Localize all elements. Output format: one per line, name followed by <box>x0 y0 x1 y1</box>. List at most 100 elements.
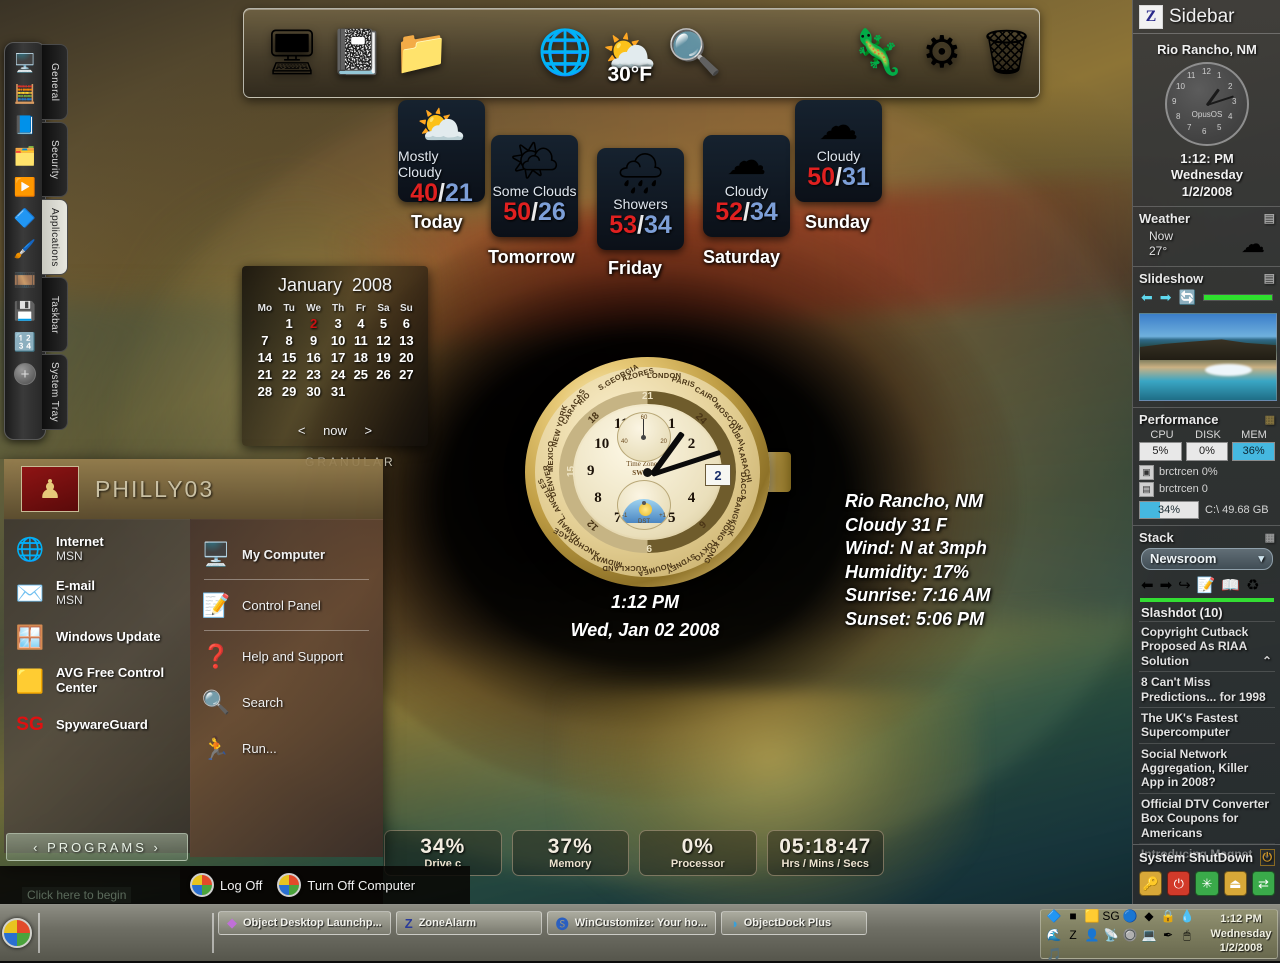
tray-icon-3[interactable]: SG <box>1102 907 1120 925</box>
tray-clock[interactable]: 1:12 PM Wednesday 1/2/2008 <box>1205 910 1277 958</box>
dock-notebook-icon[interactable]: 📓 <box>324 17 389 89</box>
system-tray[interactable]: 🔷■🟨SG🔵◆🔒💧🌊Z👤📡🔘💻✒🖱🎵 1:12 PM Wednesday 1/2… <box>1040 909 1278 959</box>
stack-refresh-icon[interactable]: ♻ <box>1246 576 1259 594</box>
start-menu-item-email[interactable]: ✉️ E-mail MSN <box>4 571 190 615</box>
calendar-day[interactable]: 22 <box>278 366 301 383</box>
calendar-day[interactable]: 28 <box>252 383 278 400</box>
tray-icon-6[interactable]: 🔒 <box>1159 907 1177 925</box>
stardock-icon[interactable]: 🖥️ <box>10 49 40 77</box>
slideshow-photo[interactable] <box>1139 313 1277 401</box>
stack-toolbar[interactable]: ⬅ ➡ ↪ 📝 📖 ♻ <box>1139 573 1275 596</box>
forecast-tile-saturday[interactable]: ☁ Cloudy 52/34 <box>703 135 790 237</box>
tab-taskbar[interactable]: Taskbar <box>42 277 68 353</box>
taskbar-grip[interactable] <box>38 913 40 953</box>
dock-monitor-icon[interactable]: 🖥 <box>260 17 325 89</box>
tab-general[interactable]: General <box>42 44 68 120</box>
calendar-nav[interactable]: < now > <box>242 423 428 438</box>
tab-security[interactable]: Security <box>42 122 68 198</box>
config-tab-strip[interactable]: General Security Applications Taskbar Sy… <box>42 44 68 430</box>
tray-icon-10[interactable]: 👤 <box>1083 926 1101 944</box>
start-menu-item-avg[interactable]: 🟨 AVG Free Control Center <box>4 659 190 703</box>
chevron-up-icon[interactable]: ⌃ <box>1262 654 1272 668</box>
calendar-prev-button[interactable]: < <box>291 423 313 438</box>
sidebar-weather-section[interactable]: Weather ▤ Now 27° ☁ <box>1133 207 1280 267</box>
start-menu-item-internet[interactable]: 🌐 Internet MSN <box>4 527 190 571</box>
start-menu[interactable]: ♟ PHILLY03 🌐 Internet MSN ✉️ E-mail MSN … <box>0 459 383 866</box>
start-menu-item-spywareguard[interactable]: SG SpywareGuard <box>4 703 190 747</box>
taskbar-grip[interactable] <box>212 913 214 953</box>
calendar-day[interactable]: 8 <box>278 332 301 349</box>
forecast-tile-friday[interactable]: 🌧 Showers 53/34 <box>597 148 684 250</box>
tray-icon-14[interactable]: ✒ <box>1159 926 1177 944</box>
lock-button[interactable]: 🔑 <box>1139 871 1162 896</box>
sidebar-performance-section[interactable]: Performance ▦ CPU DISK MEM 5% 0% 36% ▣ b… <box>1133 408 1280 526</box>
calendar-day[interactable]: 2 <box>300 315 326 332</box>
tray-icon-5[interactable]: ◆ <box>1140 907 1158 925</box>
calendar-day[interactable]: 15 <box>278 349 301 366</box>
stack-open-icon[interactable]: ↪ <box>1178 576 1191 594</box>
avatar[interactable]: ♟ <box>21 466 79 512</box>
shutdown-buttons[interactable]: 🔑⏻✳⏏⇄ <box>1139 866 1275 896</box>
calendar-day[interactable]: 11 <box>349 332 372 349</box>
tray-icon-9[interactable]: Z <box>1064 926 1082 944</box>
taskbar[interactable]: ◆ Object Desktop Launchp... Z ZoneAlarm … <box>0 904 1280 961</box>
log-off-button[interactable]: Log Off <box>190 873 262 897</box>
slideshow-next-icon[interactable]: ➡ <box>1160 289 1172 306</box>
tray-icon-1[interactable]: ■ <box>1064 907 1082 925</box>
dock-weather-icon[interactable]: ⛅ 30°F <box>597 17 662 89</box>
world-clock-widget[interactable]: LONDONPARISCAIROMOSCOWDUBAIKARACHIDACCAB… <box>517 352 787 592</box>
tray-icon-0[interactable]: 🔷 <box>1045 907 1063 925</box>
quick-launch-strip[interactable]: 🖥️ 🧮 📘 🗂️ ▶️ 🔷 🖌️ 🎞️ 💾 🔢 + <box>4 42 46 440</box>
stack-next-icon[interactable]: ➡ <box>1160 576 1173 594</box>
taskbar-task-wincustomize[interactable]: 🅢 WinCustomize: Your ho... <box>547 911 716 935</box>
calendar-day[interactable]: 30 <box>300 383 326 400</box>
dock-settings-icon[interactable]: ⚙ <box>910 17 975 89</box>
sidebar-shutdown-section[interactable]: System ShutDown ⏻ 🔑⏻✳⏏⇄ <box>1133 844 1280 904</box>
calendar-day[interactable]: 3 <box>327 315 350 332</box>
calendar-now-button[interactable]: now <box>316 423 354 438</box>
feed-item[interactable]: Official DTV Converter Box Coupons for A… <box>1139 793 1275 843</box>
start-menu-item-search[interactable]: 🔍 Search <box>190 679 383 725</box>
calendar-day[interactable]: 19 <box>372 349 395 366</box>
calendar-day[interactable]: 21 <box>252 366 278 383</box>
calendar-day[interactable]: 6 <box>395 315 418 332</box>
calendar-day[interactable]: 10 <box>327 332 350 349</box>
tray-icon-11[interactable]: 📡 <box>1102 926 1120 944</box>
tab-applications[interactable]: Applications <box>42 199 68 275</box>
calendar-day[interactable]: 20 <box>395 349 418 366</box>
stack-prev-icon[interactable]: ⬅ <box>1141 576 1154 594</box>
calendar-day[interactable]: 23 <box>300 366 326 383</box>
start-menu-item-control-panel[interactable]: 📝 Control Panel <box>190 582 383 628</box>
dock-folder-icon[interactable]: 📁 <box>389 17 454 89</box>
stack-feed-selector[interactable]: Newsroom ▾ <box>1141 548 1273 570</box>
windowblinds-icon[interactable]: 🗂️ <box>10 142 40 170</box>
objectdock-toolbar[interactable]: 🖥 📓 📁 🌐 ⛅ 30°F 🔍 🦎 ⚙ 🗑 <box>243 8 1040 98</box>
tray-icon-list[interactable]: 🔷■🟨SG🔵◆🔒💧🌊Z👤📡🔘💻✒🖱🎵 <box>1041 910 1205 958</box>
calendar-day[interactable]: 1 <box>278 315 301 332</box>
tab-system-tray[interactable]: System Tray <box>42 354 68 430</box>
programs-button[interactable]: ‹ PROGRAMS › <box>6 833 188 861</box>
skin-icon[interactable]: 📘 <box>10 111 40 139</box>
taskbar-task-objectdock-plus[interactable]: ◑ ObjectDock Plus <box>721 911 867 935</box>
filmstrip-icon[interactable]: 🎞️ <box>10 266 40 294</box>
calendar-day[interactable]: 18 <box>349 349 372 366</box>
calendar-day[interactable]: 5 <box>372 315 395 332</box>
calendar-day[interactable]: 25 <box>349 366 372 383</box>
slideshow-prev-icon[interactable]: ⬅ <box>1141 289 1153 306</box>
taskbar-task-zonealarm[interactable]: Z ZoneAlarm <box>396 911 542 935</box>
calendar-day[interactable]: 7 <box>252 332 278 349</box>
forecast-tile-tomorrow[interactable]: 🌤 Some Clouds 50/26 <box>491 135 578 237</box>
meter-processor[interactable]: 0% Processor <box>639 830 757 876</box>
red-calculator-icon[interactable]: 🔢 <box>10 328 40 356</box>
power-button[interactable]: ⏻ <box>1167 871 1190 896</box>
feed-item[interactable]: Social Network Aggregation, Killer App i… <box>1139 743 1275 793</box>
feed-item-list[interactable]: Copyright Cutback Proposed As RIAA Solut… <box>1139 621 1275 864</box>
standby-button[interactable]: ⏏ <box>1224 871 1247 896</box>
sidebar-stack-section[interactable]: Stack ▦ Newsroom ▾ ⬅ ➡ ↪ 📝 📖 ♻ Slashdot … <box>1133 526 1280 870</box>
media-player-icon[interactable]: ▶️ <box>10 173 40 201</box>
dock-recycle-bin-icon[interactable]: 🗑 <box>974 17 1039 89</box>
taskbar-task-object-desktop-launchpad[interactable]: ◆ Object Desktop Launchp... <box>218 911 391 935</box>
forecast-tile-today[interactable]: ⛅ Mostly Cloudy 40/21 <box>398 100 485 202</box>
sidebar-slideshow-section[interactable]: Slideshow ▤ ⬅ ➡ 🔄 <box>1133 267 1280 408</box>
calendar-day[interactable]: 16 <box>300 349 326 366</box>
